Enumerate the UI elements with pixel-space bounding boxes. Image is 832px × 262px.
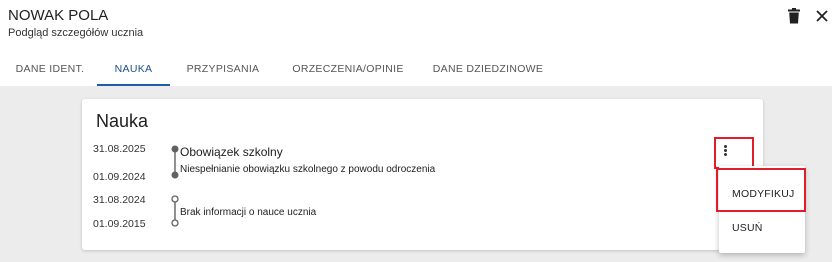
student-name: NOWAK POLA (8, 7, 109, 24)
entry-date-end: 31.08.2024 (93, 194, 146, 206)
card-title: Nauka (96, 111, 149, 131)
student-header: NOWAK POLA Podgląd szczegółów ucznia DAN… (0, 0, 832, 86)
tab-bar: DANE IDENT. NAUKA PRZYPISANIA ORZECZENIA… (0, 56, 832, 86)
menu-item-modyfikuj[interactable]: MODYFIKUJ (732, 188, 794, 200)
context-menu: MODYFIKUJ USUŃ (719, 166, 805, 253)
student-subtitle: Podgląd szczegółów ucznia (8, 27, 144, 39)
tab-orzeczenia-opinie[interactable]: ORZECZENIA/OPINIE (286, 56, 410, 86)
timeline-marker-filled (171, 145, 179, 179)
menu-item-usun[interactable]: USUŃ (732, 222, 763, 234)
timeline-marker-hollow (171, 195, 179, 227)
tab-dane-dziedzinowe[interactable]: DANE DZIEDZINOWE (428, 56, 548, 86)
trash-icon[interactable] (788, 8, 800, 24)
tab-nauka[interactable]: NAUKA (97, 56, 170, 86)
entry-description: Niespełnianie obowiązku szkolnego z powo… (180, 164, 436, 175)
active-tab-indicator (97, 84, 170, 86)
entry-date-end: 31.08.2025 (93, 143, 146, 155)
close-icon[interactable] (814, 8, 830, 24)
more-vert-icon[interactable] (718, 141, 734, 159)
entry-description: Brak informacji o nauce ucznia (180, 207, 317, 218)
entry-date-start: 01.09.2024 (93, 171, 146, 183)
entry-title: Obowiązek szkolny (180, 145, 283, 159)
entry-date-start: 01.09.2015 (93, 218, 146, 230)
nauka-card: Nauka 31.08.2025 01.09.2024 Obowiązek sz… (82, 99, 763, 250)
tab-przypisania[interactable]: PRZYPISANIA (182, 56, 264, 86)
tab-dane-ident[interactable]: DANE IDENT. (12, 56, 88, 86)
